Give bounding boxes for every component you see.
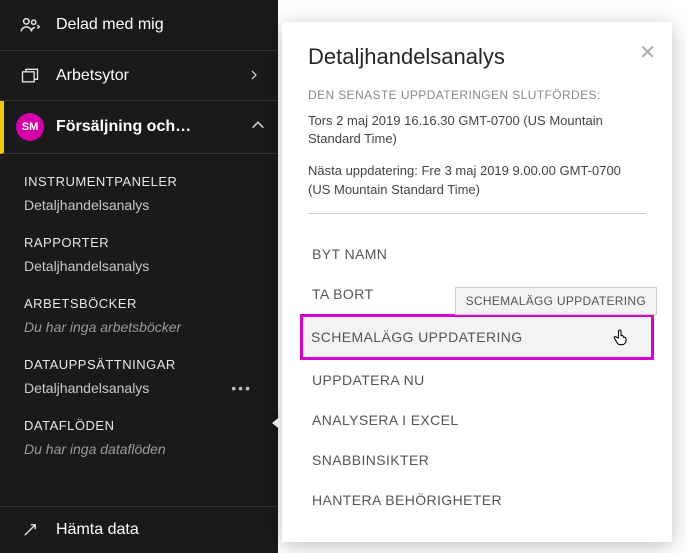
close-icon[interactable]: ✕ (639, 40, 656, 65)
menu-label: SNABBINSIKTER (312, 452, 429, 468)
menu-analyze-excel[interactable]: ANALYSERA I EXCEL (308, 400, 646, 440)
callout-arrow-icon (272, 415, 282, 431)
section-reports-entry[interactable]: Detaljhandelsanalys (0, 254, 278, 286)
popup-title: Detaljhandelsanalys (308, 44, 646, 70)
menu-schedule-refresh[interactable]: SCHEMALÄGG UPPDATERING SCHEMALÄGG UPPDAT… (300, 314, 654, 360)
nav-workspaces[interactable]: Arbetsytor (0, 51, 278, 101)
menu-rename[interactable]: BYT NAMN (308, 234, 646, 274)
section-datasets-header: DATAUPPSÄTTNINGAR (0, 347, 278, 376)
menu-label: SCHEMALÄGG UPPDATERING (311, 329, 523, 345)
workspace-label: Försäljning och… (56, 118, 250, 136)
entry-label: Du har inga dataflöden (24, 441, 166, 457)
menu-label: BYT NAMN (312, 246, 387, 262)
entry-label: Detaljhandelsanalys (24, 258, 149, 274)
nav-get-data-label: Hämta data (56, 521, 139, 539)
next-refresh-value: Nästa uppdatering: Fre 3 maj 2019 9.00.0… (308, 162, 646, 213)
nav-shared-label: Delad med mig (56, 16, 260, 34)
menu-label: TA BORT (312, 286, 373, 302)
workspace-badge: SM (16, 113, 44, 141)
last-refresh-label: DEN SENASTE UPPDATERINGEN SLUTFÖRDES: (308, 88, 646, 102)
section-datasets-entry[interactable]: Detaljhandelsanalys ••• (0, 376, 278, 408)
section-reports-header: RAPPORTER (0, 225, 278, 254)
entry-label: Du har inga arbetsböcker (24, 319, 181, 335)
menu-manage-permissions[interactable]: HANTERA BEHÖRIGHETER (308, 480, 646, 520)
nav-workspaces-label: Arbetsytor (56, 67, 248, 85)
cursor-hand-icon (611, 326, 631, 353)
dataset-menu: BYT NAMN TA BORT SCHEMALÄGG UPPDATERING … (308, 234, 646, 520)
chevron-up-icon (250, 117, 266, 138)
section-dashboards-entry[interactable]: Detaljhandelsanalys (0, 193, 278, 225)
get-data-icon (18, 521, 42, 539)
menu-label: HANTERA BEHÖRIGHETER (312, 492, 502, 508)
nav-get-data[interactable]: Hämta data (0, 506, 278, 553)
section-workbooks-header: ARBETSBÖCKER (0, 286, 278, 315)
dataset-actions-popup: ✕ Detaljhandelsanalys DEN SENASTE UPPDAT… (282, 22, 672, 542)
section-dashboards-header: INSTRUMENTPANELER (0, 164, 278, 193)
workspaces-icon (18, 66, 42, 86)
workspace-selected[interactable]: SM Försäljning och… (0, 101, 278, 154)
menu-label: ANALYSERA I EXCEL (312, 412, 459, 428)
section-dataflows-empty: Du har inga dataflöden (0, 437, 278, 469)
menu-quick-insights[interactable]: SNABBINSIKTER (308, 440, 646, 480)
menu-refresh-now[interactable]: UPPDATERA NU (308, 360, 646, 400)
menu-label: UPPDATERA NU (312, 372, 425, 388)
sidebar: Delad med mig Arbetsytor SM Försäljning … (0, 0, 278, 553)
entry-label: Detaljhandelsanalys (24, 197, 149, 213)
workspace-section-list: INSTRUMENTPANELER Detaljhandelsanalys RA… (0, 154, 278, 469)
tooltip: SCHEMALÄGG UPPDATERING (455, 287, 657, 315)
section-workbooks-empty: Du har inga arbetsböcker (0, 315, 278, 347)
more-actions-icon[interactable]: ••• (231, 380, 254, 396)
nav-shared-with-me[interactable]: Delad med mig (0, 0, 278, 51)
entry-label: Detaljhandelsanalys (24, 380, 149, 396)
last-refresh-value: Tors 2 maj 2019 16.16.30 GMT-0700 (US Mo… (308, 112, 646, 148)
people-share-icon (18, 14, 42, 36)
chevron-right-icon (248, 65, 260, 86)
section-dataflows-header: DATAFLÖDEN (0, 408, 278, 437)
